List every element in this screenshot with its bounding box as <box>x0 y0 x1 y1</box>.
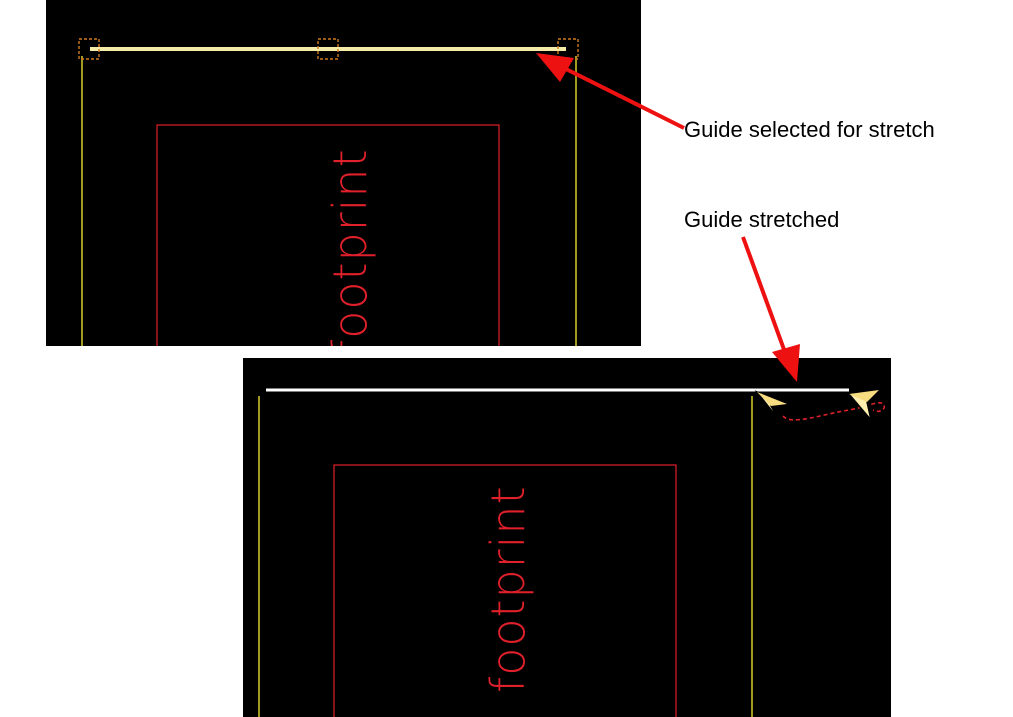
footprint-label: footprint <box>323 148 377 346</box>
canvas-after-stretch: footprint <box>243 358 891 717</box>
cursor-arrow-icon <box>754 390 788 421</box>
footprint-label: footprint <box>481 485 535 693</box>
cursor-arrow-icon <box>847 388 882 421</box>
canvas-after-drawing <box>258 388 886 717</box>
callout-guide-stretched: Guide stretched <box>684 207 840 232</box>
canvas-before-stretch: footprint <box>46 0 641 346</box>
callout-guide-selected: Guide selected for stretch <box>684 117 935 142</box>
